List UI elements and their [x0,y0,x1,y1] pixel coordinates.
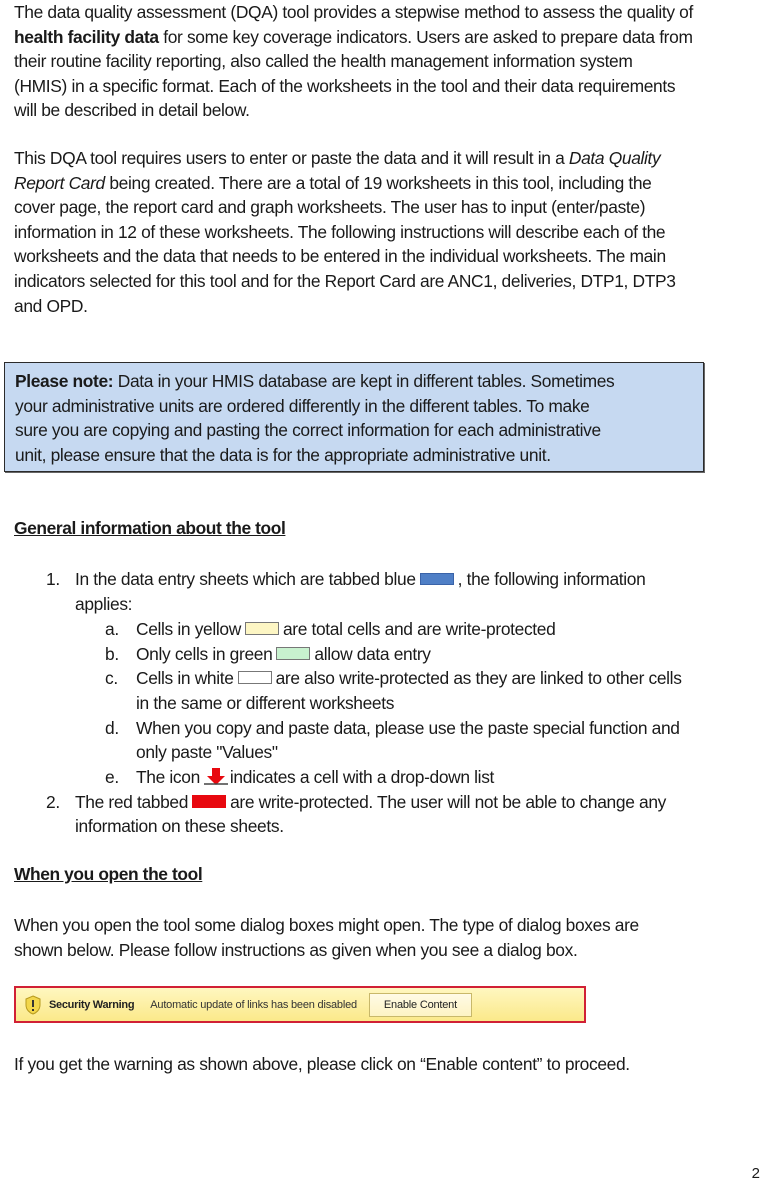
blue-tab-swatch [419,572,454,585]
text-line: Please note: Data in your HMIS database … [15,371,615,391]
list-subitem-d: When you copy and paste data, please use… [136,718,680,738]
list-subitem-b: Only cells in green allow data entry [136,644,431,664]
warning-shield-icon [25,994,41,1015]
green-cell-swatch [276,647,311,661]
list-letter: b. [105,644,119,664]
text-line: shown below. Please follow instructions … [14,939,578,960]
after-warning-text: If you get the warning as shown above, p… [14,1052,766,1077]
document-page: The data quality assessment (DQA) tool p… [0,0,768,1182]
text-line: information in 12 of these worksheets. T… [14,221,666,242]
text-line: their routine facility reporting, also c… [14,51,633,72]
list-item-1: In the data entry sheets which are tabbe… [75,569,646,589]
note-text: Please note: Data in your HMIS database … [15,369,695,467]
text-line: and OPD. [14,295,88,316]
intro-paragraph-1: The data quality assessment (DQA) tool p… [14,0,766,123]
italic-phrase: Data Quality [568,148,661,168]
text-line: will be described in detail below. [14,100,250,121]
text-line: When you open the tool some dialog boxes… [14,915,639,935]
text-line: health facility data for some key covera… [14,26,693,47]
security-warning-bar: Security Warning Automatic update of lin… [14,986,586,1023]
list-letter: d. [105,718,119,738]
list-item-2-cont: information on these sheets. [75,816,284,836]
italic-phrase: Report Card [14,172,105,193]
note-label: Please note: [15,371,114,391]
text-line: The data quality assessment (DQA) tool p… [14,2,693,22]
list-subitem-a: Cells in yellow are total cells and are w… [136,619,556,639]
list-item-1-cont: applies: [75,594,133,614]
list-number: 2. [46,792,60,812]
white-cell-swatch [237,671,272,685]
text-line: This DQA tool requires users to enter or… [14,148,661,168]
list-item-2: The red tabbed are write-protected. The u… [75,792,666,812]
bold-phrase: health facility data [14,26,159,47]
open-paragraph: When you open the tool some dialog boxes… [14,913,766,962]
text-line: sure you are copying and pasting the cor… [15,420,601,441]
section-heading-open: When you open the tool [14,864,203,884]
red-tab-swatch [192,795,227,809]
list-subitem-e: The icon indicates a cell with a drop-do… [136,767,495,787]
text-line: your administrative units are ordered di… [15,395,590,416]
text-line: If you get the warning as shown above, p… [14,1054,630,1074]
yellow-cell-swatch [244,622,279,636]
text-line: cover page, the report card and graph wo… [14,197,646,218]
text-line: Report Card being created. There are a t… [14,172,652,193]
intro-paragraph-2: This DQA tool requires users to enter or… [14,146,766,318]
list-letter: c. [105,668,118,688]
text-line: worksheets and the data that needs to be… [14,246,666,267]
text-line: (HMIS) in a specific format. Each of the… [14,75,676,96]
list-letter: e. [105,767,119,787]
security-warning-message: Automatic update of links has been disab… [150,998,357,1011]
list-number: 1. [46,569,60,589]
section-heading-general: General information about the tool [14,518,286,538]
list-letter: a. [105,619,119,639]
text-line: indicators selected for this tool and fo… [14,270,676,291]
list-subitem-c-cont: in the same or different worksheets [136,693,395,713]
list-subitem-d-cont: only paste "Values" [136,742,278,762]
enable-content-button[interactable]: Enable Content [368,992,472,1017]
security-warning-title: Security Warning [49,998,135,1011]
please-note-box: Please note: Data in your HMIS database … [4,362,704,472]
page-number: 2 [751,1165,760,1182]
dropdown-arrow-icon [203,767,228,785]
list-subitem-c: Cells in white are also write-protected a… [136,668,682,688]
text-line: unit, please ensure that the data is for… [15,444,551,465]
